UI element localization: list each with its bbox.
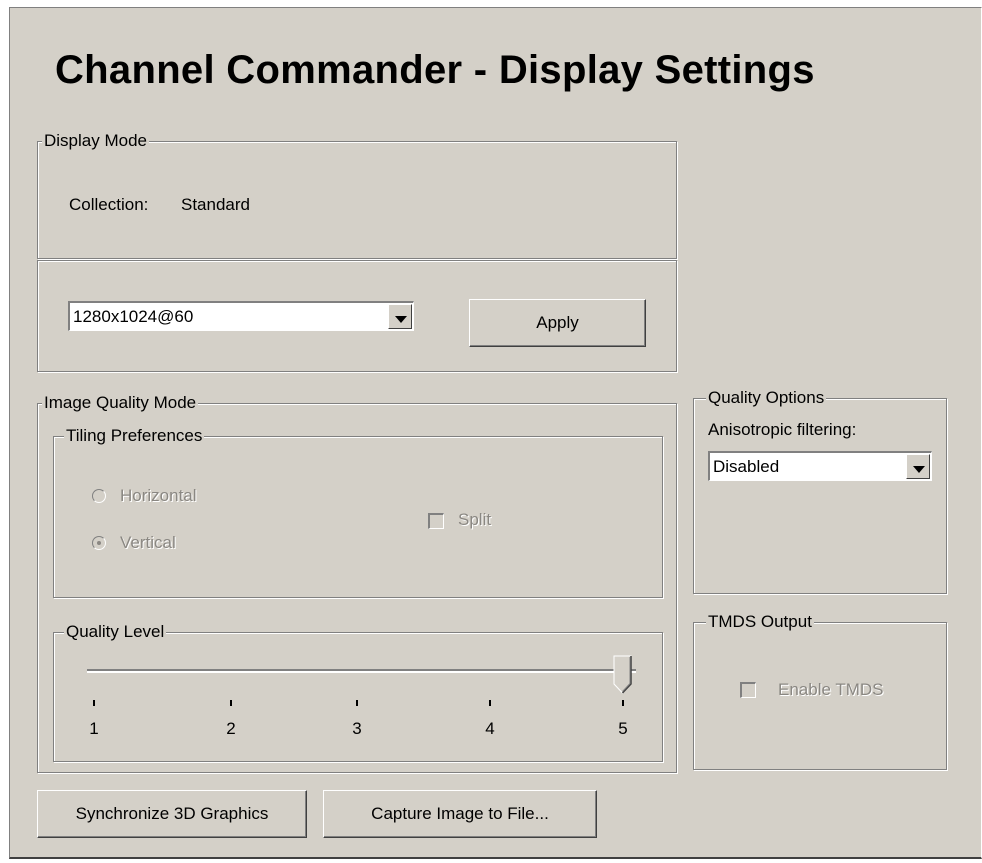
quality-slider-track[interactable] — [87, 669, 636, 673]
enable-tmds-checkbox[interactable] — [740, 682, 756, 698]
horizontal-label: Horizontal — [120, 486, 197, 505]
anisotropic-value: Disabled — [713, 457, 780, 476]
tiling-preferences-legend: Tiling Preferences — [64, 426, 205, 445]
tick-mark — [93, 700, 95, 706]
display-mode-group: Display Mode Collection: Standard — [37, 132, 677, 259]
quality-level-group: Quality Level 1 2 3 4 5 — [53, 623, 663, 762]
anisotropic-dropdown[interactable]: Disabled — [708, 451, 932, 481]
image-quality-legend: Image Quality Mode — [42, 393, 199, 412]
quality-options-group: Quality Options Anisotropic filtering: D… — [693, 389, 947, 594]
apply-button[interactable]: Apply — [469, 299, 646, 347]
tmds-output-legend: TMDS Output — [706, 612, 814, 631]
quality-level-legend: Quality Level — [64, 622, 167, 641]
resolution-group: 1280x1024@60 Apply — [37, 260, 677, 372]
anisotropic-label: Anisotropic filtering: — [708, 420, 857, 439]
tick-label-3: 3 — [352, 719, 362, 738]
collection-label: Collection: — [69, 195, 149, 214]
vertical-label: Vertical — [120, 533, 176, 552]
capture-image-button[interactable]: Capture Image to File... — [323, 790, 597, 838]
chevron-down-icon[interactable] — [906, 454, 930, 479]
quality-options-legend: Quality Options — [706, 388, 827, 407]
radio-selected-dot — [97, 541, 101, 545]
horizontal-radio[interactable] — [92, 489, 106, 503]
resolution-value: 1280x1024@60 — [73, 307, 194, 326]
tick-mark — [622, 700, 624, 706]
quality-slider-thumb[interactable] — [613, 655, 633, 695]
split-label: Split — [458, 510, 492, 529]
tick-mark — [356, 700, 358, 706]
display-mode-legend: Display Mode — [42, 131, 149, 150]
tick-label-1: 1 — [89, 719, 99, 738]
tmds-output-group: TMDS Output Enable TMDS — [693, 613, 947, 770]
tick-label-5: 5 — [618, 719, 628, 738]
split-checkbox[interactable] — [428, 513, 444, 529]
tick-label-4: 4 — [485, 719, 495, 738]
resolution-dropdown[interactable]: 1280x1024@60 — [68, 301, 414, 331]
chevron-down-icon[interactable] — [388, 304, 412, 329]
synchronize-3d-graphics-button[interactable]: Synchronize 3D Graphics — [37, 790, 307, 838]
page-title: Channel Commander - Display Settings — [55, 48, 815, 92]
tiling-preferences-group: Tiling Preferences Horizontal Vertical S… — [53, 427, 663, 598]
image-quality-group: Image Quality Mode Tiling Preferences Ho… — [37, 394, 677, 773]
enable-tmds-label: Enable TMDS — [778, 680, 884, 699]
tick-mark — [230, 700, 232, 706]
collection-value: Standard — [181, 195, 250, 214]
tick-mark — [489, 700, 491, 706]
display-settings-window: Channel Commander - Display Settings Dis… — [9, 7, 982, 859]
tick-label-2: 2 — [226, 719, 236, 738]
vertical-radio[interactable] — [92, 536, 106, 550]
